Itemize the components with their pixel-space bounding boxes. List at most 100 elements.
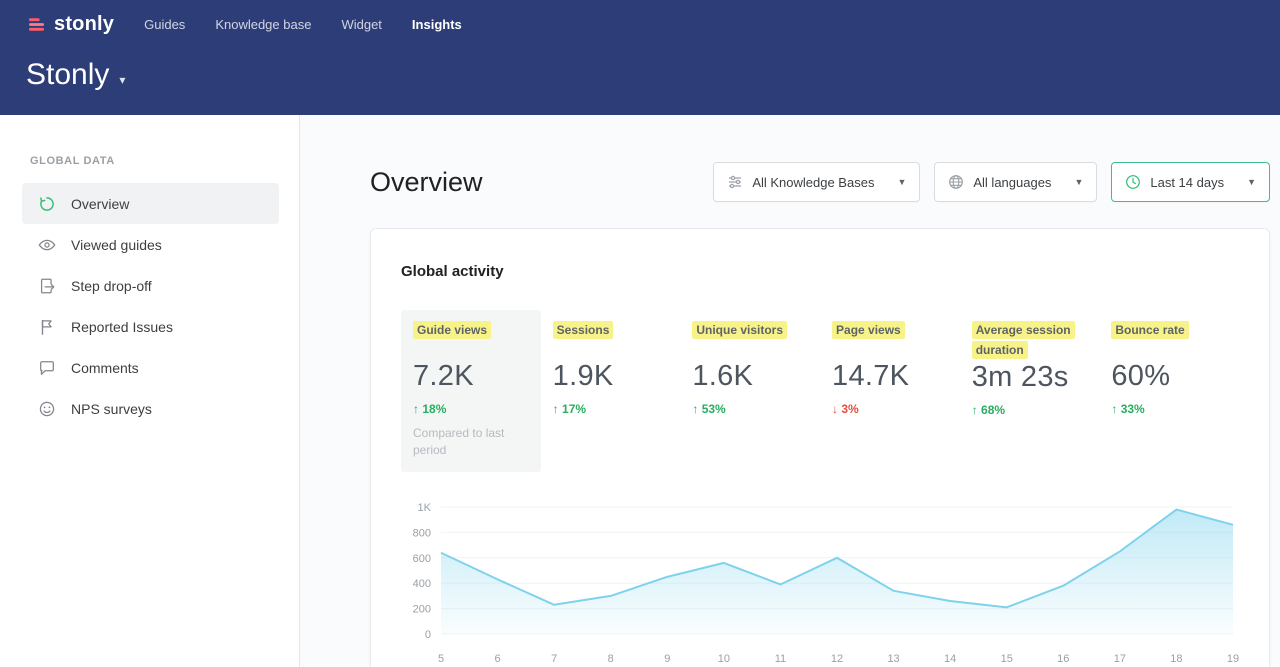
globe-icon xyxy=(948,174,964,190)
nav-item-knowledge-base[interactable]: Knowledge base xyxy=(215,17,311,32)
sidebar-item-step-drop-off[interactable]: Step drop-off xyxy=(22,265,279,306)
svg-text:12: 12 xyxy=(831,653,843,665)
step-dropoff-icon xyxy=(38,277,56,295)
sidebar-item-label: Overview xyxy=(71,196,129,212)
trend-arrow-icon: ↓ xyxy=(832,402,838,416)
trend-arrow-icon: ↑ xyxy=(972,403,978,417)
svg-text:1K: 1K xyxy=(418,502,432,514)
metric-change: ↑ 33% xyxy=(1111,402,1227,416)
metric-change-value: 3% xyxy=(841,402,858,416)
svg-text:10: 10 xyxy=(718,653,730,665)
svg-text:0: 0 xyxy=(425,629,431,641)
metric-bounce-rate[interactable]: Bounce rate 60% ↑ 33% xyxy=(1099,310,1239,472)
main-content: Overview All Knowledge Bases ▼ All langu… xyxy=(300,115,1280,667)
sidebar-item-label: Step drop-off xyxy=(71,278,152,294)
metric-change: ↑ 53% xyxy=(692,402,808,416)
metric-change: ↑ 68% xyxy=(972,403,1088,417)
filter-label: Last 14 days xyxy=(1150,175,1224,190)
stonly-logo[interactable]: stonly xyxy=(26,13,114,36)
sidebar-item-comments[interactable]: Comments xyxy=(22,347,279,388)
metric-change-value: 18% xyxy=(422,402,446,416)
metric-label: Average session duration xyxy=(972,321,1075,359)
nav-item-insights[interactable]: Insights xyxy=(412,17,462,32)
global-activity-card: Global activity Guide views 7.2K ↑ 18% C… xyxy=(370,228,1270,667)
chevron-down-icon: ▼ xyxy=(1074,177,1083,187)
metric-value: 60% xyxy=(1111,360,1227,393)
sidebar-section-label: GLOBAL DATA xyxy=(30,155,279,167)
filter-label: All languages xyxy=(973,175,1051,190)
smiley-icon xyxy=(38,400,56,418)
date-range-filter-dropdown[interactable]: Last 14 days ▼ xyxy=(1111,162,1270,202)
languages-filter-dropdown[interactable]: All languages ▼ xyxy=(934,162,1097,202)
knowledge-bases-filter-dropdown[interactable]: All Knowledge Bases ▼ xyxy=(713,162,920,202)
metric-change-value: 53% xyxy=(702,402,726,416)
flag-icon xyxy=(38,318,56,336)
sidebar-item-reported-issues[interactable]: Reported Issues xyxy=(22,306,279,347)
metric-label: Bounce rate xyxy=(1111,321,1188,339)
nav-item-guides[interactable]: Guides xyxy=(144,17,185,32)
comment-icon xyxy=(38,359,56,377)
metric-change: ↑ 17% xyxy=(553,402,669,416)
metric-value: 7.2K xyxy=(413,360,529,393)
trend-arrow-icon: ↑ xyxy=(413,402,419,416)
metric-value: 1.6K xyxy=(692,360,808,393)
nav-item-widget[interactable]: Widget xyxy=(341,17,381,32)
sidebar-item-viewed-guides[interactable]: Viewed guides xyxy=(22,224,279,265)
metric-label: Unique visitors xyxy=(692,321,787,339)
top-nav-menu: Guides Knowledge base Widget Insights xyxy=(144,17,462,32)
sidebar-item-label: Viewed guides xyxy=(71,237,162,253)
svg-text:18: 18 xyxy=(1170,653,1182,665)
svg-text:14: 14 xyxy=(944,653,956,665)
overview-icon xyxy=(38,195,56,213)
clock-icon xyxy=(1125,174,1141,190)
workspace-title: Stonly xyxy=(26,58,109,92)
chevron-down-icon: ▾ xyxy=(119,73,125,87)
svg-text:600: 600 xyxy=(413,553,431,565)
metric-note: Compared to last period xyxy=(413,425,513,460)
chevron-down-icon: ▼ xyxy=(897,177,906,187)
filter-bar: All Knowledge Bases ▼ All languages ▼ La… xyxy=(713,162,1270,202)
card-title: Global activity xyxy=(401,263,1239,280)
trend-arrow-icon: ↑ xyxy=(692,402,698,416)
svg-text:400: 400 xyxy=(413,578,431,590)
metric-label: Sessions xyxy=(553,321,614,339)
metric-change: ↑ 18% xyxy=(413,402,529,416)
sidebar-item-label: Comments xyxy=(71,360,139,376)
workspace-switcher[interactable]: Stonly ▾ xyxy=(0,42,125,92)
filter-label: All Knowledge Bases xyxy=(752,175,874,190)
sidebar-item-nps-surveys[interactable]: NPS surveys xyxy=(22,388,279,429)
metric-average-session-duration[interactable]: Average session duration 3m 23s ↑ 68% xyxy=(960,310,1100,472)
svg-text:17: 17 xyxy=(1114,653,1126,665)
svg-text:200: 200 xyxy=(413,603,431,615)
svg-text:800: 800 xyxy=(413,527,431,539)
metric-sessions[interactable]: Sessions 1.9K ↑ 17% xyxy=(541,310,681,472)
metric-guide-views[interactable]: Guide views 7.2K ↑ 18% Compared to last … xyxy=(401,310,541,472)
metric-unique-visitors[interactable]: Unique visitors 1.6K ↑ 53% xyxy=(680,310,820,472)
svg-text:19: 19 xyxy=(1227,653,1239,665)
svg-text:8: 8 xyxy=(608,653,614,665)
metric-value: 3m 23s xyxy=(972,361,1088,394)
metric-change-value: 33% xyxy=(1121,402,1145,416)
chevron-down-icon: ▼ xyxy=(1247,177,1256,187)
metric-value: 14.7K xyxy=(832,360,948,393)
svg-text:13: 13 xyxy=(887,653,899,665)
metric-page-views[interactable]: Page views 14.7K ↓ 3% xyxy=(820,310,960,472)
sidebar-item-overview[interactable]: Overview xyxy=(22,183,279,224)
trend-arrow-icon: ↑ xyxy=(553,402,559,416)
sliders-icon xyxy=(727,174,743,190)
sidebar: GLOBAL DATA Overview Viewed guides Step … xyxy=(0,115,300,667)
activity-area-chart: 02004006008001K5678910111213141516171819 xyxy=(401,494,1239,667)
metric-label: Page views xyxy=(832,321,905,339)
svg-text:9: 9 xyxy=(664,653,670,665)
svg-text:7: 7 xyxy=(551,653,557,665)
sidebar-item-label: NPS surveys xyxy=(71,401,152,417)
metric-change: ↓ 3% xyxy=(832,402,948,416)
svg-text:5: 5 xyxy=(438,653,444,665)
svg-text:11: 11 xyxy=(775,653,786,665)
eye-icon xyxy=(38,236,56,254)
logo-text: stonly xyxy=(54,13,114,36)
svg-text:6: 6 xyxy=(495,653,501,665)
metric-label: Guide views xyxy=(413,321,491,339)
svg-text:15: 15 xyxy=(1001,653,1013,665)
sidebar-item-label: Reported Issues xyxy=(71,319,173,335)
